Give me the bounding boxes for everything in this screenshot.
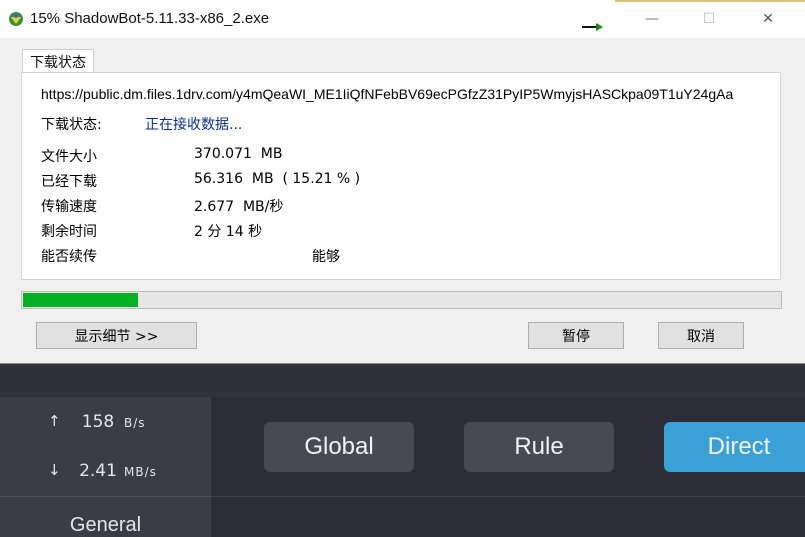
- download-speed-unit: MB/s: [124, 465, 157, 479]
- download-progress-bar: [21, 291, 782, 309]
- download-app-icon: [8, 11, 24, 27]
- maximize-button[interactable]: ☐: [697, 8, 721, 30]
- file-size-value: 370.071 MB: [194, 146, 283, 162]
- status-panel: [21, 72, 781, 280]
- time-left-label: 剩余时间: [41, 224, 97, 240]
- downloaded-label: 已经下载: [41, 174, 97, 190]
- minimize-button[interactable]: —: [640, 8, 664, 30]
- show-details-button[interactable]: 显示细节 >>: [36, 322, 197, 349]
- cancel-button[interactable]: 取消: [658, 322, 744, 349]
- cursor-arrow-icon: [582, 17, 604, 36]
- mode-rule-button[interactable]: Rule: [464, 422, 614, 472]
- upload-speed-unit: B/s: [124, 416, 146, 430]
- downloaded-value: 56.316 MB ( 15.21 % ): [194, 171, 361, 187]
- title-bar: 15% ShadowBot-5.11.33-x86_2.exe — ☐ ✕: [0, 0, 805, 38]
- background-top-strip: [0, 363, 805, 397]
- mode-direct-button[interactable]: Direct: [664, 422, 805, 472]
- window-title: 15% ShadowBot-5.11.33-x86_2.exe: [30, 10, 270, 27]
- upload-speed-value: 158: [81, 412, 115, 432]
- sidebar-item-general[interactable]: General: [0, 514, 211, 537]
- tab-download-status[interactable]: 下载状态: [22, 49, 94, 74]
- upload-arrow-icon: ↑: [48, 412, 61, 430]
- status-value: 正在接收数据...: [145, 117, 243, 133]
- speed-label: 传输速度: [41, 199, 97, 215]
- download-speed-value: 2.41: [79, 461, 117, 481]
- close-button[interactable]: ✕: [756, 8, 780, 30]
- sidebar-divider: [0, 496, 211, 497]
- download-window: 15% ShadowBot-5.11.33-x86_2.exe — ☐ ✕ 下载…: [0, 0, 805, 364]
- main-divider: [211, 496, 805, 497]
- background-accent-line: [615, 0, 805, 2]
- speed-value: 2.677 MB/秒: [194, 199, 284, 215]
- file-size-label: 文件大小: [41, 149, 97, 165]
- mode-global-button[interactable]: Global: [264, 422, 414, 472]
- download-arrow-icon: ↓: [48, 461, 61, 479]
- resume-value: 能够: [312, 249, 340, 265]
- download-url: https://public.dm.files.1drv.com/y4mQeaW…: [41, 86, 734, 102]
- time-left-value: 2 分 14 秒: [194, 224, 263, 240]
- resume-label: 能否续传: [41, 249, 97, 265]
- progress-fill: [23, 293, 138, 307]
- status-label: 下载状态:: [41, 117, 102, 133]
- pause-button[interactable]: 暂停: [528, 322, 624, 349]
